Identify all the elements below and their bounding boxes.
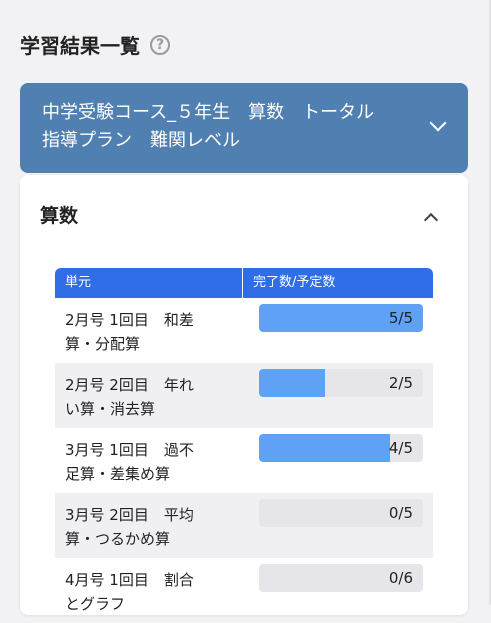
chevron-up-icon[interactable] (423, 212, 439, 228)
progress-bar: 0/5 (259, 499, 423, 527)
unit-name-line1: 3月号 1回目 過不 (65, 441, 194, 459)
chevron-down-icon[interactable] (429, 114, 447, 132)
table-body: 2月号 1回目 和差 算・分配算 5/5 2月号 2回目 年れ い算・消去算 2/5 3月号… (55, 298, 433, 623)
table-row: 3月号 1回目 過不 足算・差集め算 4/5 (55, 428, 433, 493)
unit-name: 2月号 2回目 年れ い算・消去算 (55, 363, 259, 428)
header-unit: 単元 (55, 268, 243, 298)
progress-label: 2/5 (388, 374, 413, 392)
progress-bar: 0/6 (259, 564, 423, 592)
unit-name-line2: 算・つるかめ算 (65, 530, 171, 548)
unit-name: 2月号 1回目 和差 算・分配算 (55, 298, 259, 363)
page-title-text: 学習結果一覧 (20, 34, 140, 58)
progress-label: 0/5 (388, 504, 413, 522)
unit-name: 4月号 1回目 割合 とグラフ (55, 558, 259, 623)
progress-bar: 4/5 (259, 434, 423, 462)
question-circle-icon[interactable]: ? (150, 34, 170, 55)
progress-label: 4/5 (388, 439, 413, 457)
unit-name-line1: 4月号 1回目 割合 (65, 571, 194, 589)
unit-name-line2: 足算・差集め算 (65, 465, 171, 483)
table-row: 2月号 1回目 和差 算・分配算 5/5 (55, 298, 433, 363)
progress-label: 5/5 (388, 309, 413, 327)
unit-name-line1: 2月号 2回目 年れ (65, 376, 194, 394)
subject-title: 算数 (40, 205, 79, 227)
unit-name: 3月号 1回目 過不 足算・差集め算 (55, 428, 259, 493)
table-row: 4月号 1回目 割合 とグラフ 0/6 (55, 558, 433, 623)
plan-select-dropdown[interactable]: 中学受験コース_５年生 算数 トータル 指導プラン 難関レベル (20, 83, 468, 173)
progress-bar-fill (259, 434, 391, 462)
progress-bar: 5/5 (259, 304, 423, 332)
unit-name-line2: 算・分配算 (65, 335, 141, 353)
progress-bar-fill (259, 369, 325, 397)
unit-name-line2: い算・消去算 (65, 400, 156, 418)
header-progress: 完了数/予定数 (253, 275, 336, 290)
progress-label: 0/6 (388, 569, 413, 587)
plan-select-line2: 指導プラン 難関レベル (42, 130, 240, 151)
plan-select-line1: 中学受験コース_５年生 算数 トータル (42, 102, 375, 123)
subject-card: 算数 単元 完了数/予定数 2月号 1回目 和差 算・分配算 5/5 2月号 2回目 … (20, 175, 468, 615)
unit-progress-table: 単元 完了数/予定数 2月号 1回目 和差 算・分配算 5/5 2月号 2回目 年れい… (55, 268, 433, 623)
table-row: 2月号 2回目 年れ い算・消去算 2/5 (55, 363, 433, 428)
progress-bar: 2/5 (259, 369, 423, 397)
unit-name-line2: とグラフ (65, 595, 126, 613)
table-header: 単元 完了数/予定数 (55, 268, 433, 298)
unit-name-line1: 2月号 1回目 和差 (65, 311, 194, 329)
page-title: 学習結果一覧 ? (20, 30, 170, 59)
unit-name-line1: 3月号 2回目 平均 (65, 506, 194, 524)
unit-name: 3月号 2回目 平均 算・つるかめ算 (55, 493, 259, 558)
table-row: 3月号 2回目 平均 算・つるかめ算 0/5 (55, 493, 433, 558)
